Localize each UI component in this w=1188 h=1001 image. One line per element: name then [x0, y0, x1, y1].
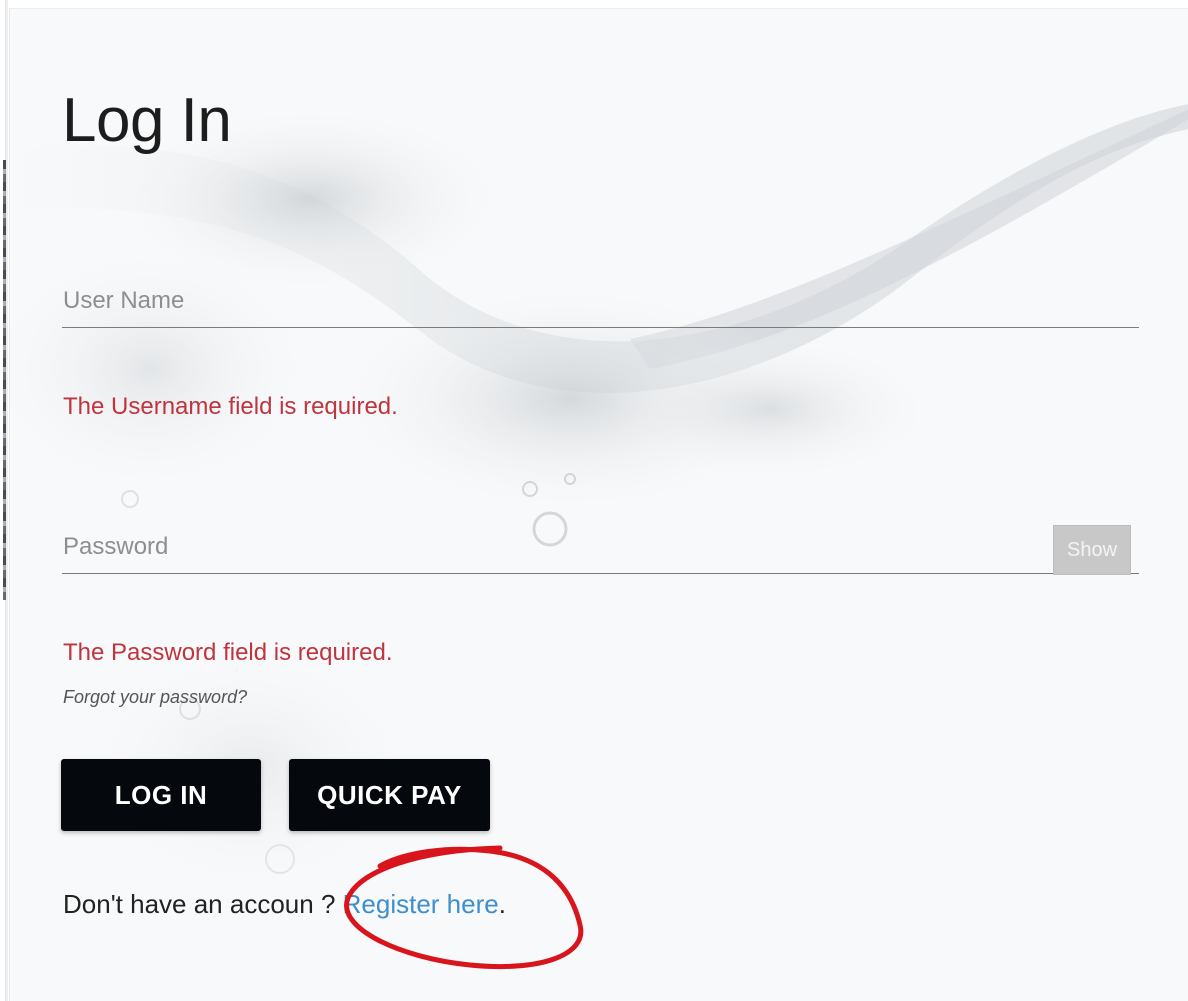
username-error: The Username field is required. [63, 393, 398, 420]
show-password-button[interactable]: Show [1053, 525, 1131, 575]
quick-pay-button[interactable]: QUICK PAY [289, 759, 490, 831]
login-button[interactable]: LOG IN [61, 759, 261, 831]
username-field-container [62, 277, 1139, 328]
page-title: Log In [62, 86, 232, 155]
register-prompt: Don't have an accoun ? Register here. [63, 889, 506, 920]
login-panel: Log In The Username field is required. S… [9, 8, 1188, 1001]
register-prompt-text: Don't have an accoun [63, 889, 314, 919]
register-period: . [498, 889, 506, 919]
register-prompt-question: ? [320, 889, 336, 919]
background-window-edge [3, 160, 6, 600]
password-field-container: Show [62, 523, 1139, 575]
username-input[interactable] [62, 277, 1043, 325]
page: Log In The Username field is required. S… [0, 0, 1188, 1001]
water-splash-background [10, 104, 1188, 889]
forgot-password-link[interactable]: Forgot your password? [63, 687, 247, 708]
password-error: The Password field is required. [63, 639, 393, 666]
register-link[interactable]: Register here [343, 889, 499, 919]
password-input[interactable] [62, 523, 1043, 571]
